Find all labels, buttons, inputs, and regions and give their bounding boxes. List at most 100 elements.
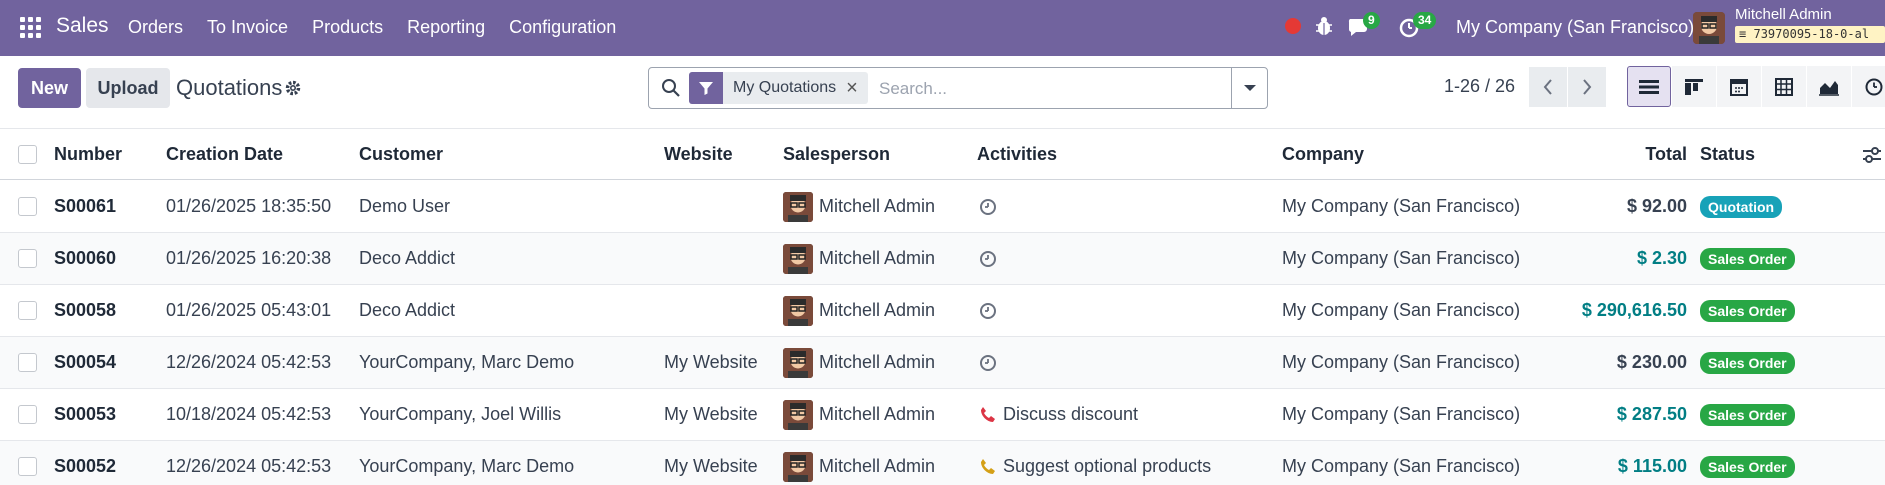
column-company[interactable]: Company — [1282, 130, 1364, 179]
activity[interactable]: Suggest optional products — [977, 441, 1211, 485]
clock-icon[interactable] — [977, 248, 999, 270]
close-icon[interactable]: × — [846, 77, 868, 100]
status-badge: Sales Order — [1700, 403, 1795, 426]
salesperson-avatar[interactable] — [783, 347, 813, 378]
phone-icon[interactable] — [977, 404, 999, 426]
search-input[interactable] — [879, 77, 1219, 101]
order-number[interactable]: S00054 — [54, 337, 116, 388]
activity-view-button[interactable] — [1852, 66, 1885, 107]
company-switcher[interactable]: My Company (San Francisco) — [1456, 17, 1694, 38]
menu-reporting[interactable]: Reporting — [407, 17, 485, 38]
order-number[interactable]: S00053 — [54, 389, 116, 440]
debug-bug-icon[interactable] — [1314, 15, 1334, 37]
upload-button[interactable]: Upload — [86, 68, 170, 108]
activity[interactable] — [977, 181, 1003, 232]
pager-previous-button[interactable] — [1529, 67, 1567, 107]
pager-value[interactable]: 1-26 / 26 — [1444, 76, 1515, 97]
order-number[interactable]: S00052 — [54, 441, 116, 485]
row-checkbox[interactable] — [18, 457, 37, 476]
salesperson-avatar[interactable] — [783, 451, 813, 482]
table-row[interactable]: S00052 12/26/2024 05:42:53 YourCompany, Ma… — [0, 441, 1885, 485]
list-view-button[interactable] — [1627, 66, 1671, 107]
activity[interactable] — [977, 337, 1003, 388]
order-number[interactable]: S00061 — [54, 181, 116, 232]
phone-icon[interactable] — [977, 456, 999, 478]
search-options-toggle[interactable] — [1231, 68, 1267, 108]
user-avatar[interactable] — [1693, 12, 1725, 44]
table-row[interactable]: S00058 01/26/2025 05:43:01 Deco Addict Mitc… — [0, 285, 1885, 337]
salesperson-name: Mitchell Admin — [819, 248, 936, 268]
calendar-view-button[interactable] — [1717, 66, 1761, 107]
table-row[interactable]: S00053 10/18/2024 05:42:53 YourCompany, Jo… — [0, 389, 1885, 441]
creation-date: 12/26/2024 05:42:53 — [166, 456, 332, 476]
apps-grid-icon[interactable] — [20, 17, 41, 38]
activity[interactable]: Discuss discount — [977, 389, 1138, 440]
row-checkbox[interactable] — [18, 301, 37, 320]
column-customer[interactable]: Customer — [359, 130, 443, 179]
clock-icon[interactable] — [977, 352, 999, 374]
table-row[interactable]: S00054 12/26/2024 05:42:53 YourCompany, Ma… — [0, 337, 1885, 389]
column-number[interactable]: Number — [54, 130, 122, 179]
menu-configuration[interactable]: Configuration — [509, 17, 616, 38]
table-row[interactable]: S00060 01/26/2025 16:20:38 Deco Addict Mitc… — [0, 233, 1885, 285]
column-salesperson[interactable]: Salesperson — [783, 130, 890, 179]
clock-icon[interactable] — [977, 300, 999, 322]
column-total[interactable]: Total — [1530, 130, 1687, 179]
main-menu: Orders To Invoice Products Reporting Con… — [128, 17, 640, 38]
company-name: My Company (San Francisco) — [1282, 352, 1521, 372]
column-creation-date[interactable]: Creation Date — [166, 130, 283, 179]
optional-columns-toggle[interactable] — [1862, 130, 1882, 179]
page-title: Quotations — [176, 75, 283, 100]
salesperson-name: Mitchell Admin — [819, 196, 936, 216]
graph-view-button[interactable] — [1807, 66, 1851, 107]
status-badge: Quotation — [1700, 195, 1783, 218]
activity[interactable] — [977, 233, 1003, 284]
database-label: 73970095-18-0-al — [1753, 27, 1870, 41]
row-checkbox[interactable] — [18, 197, 37, 216]
gear-icon[interactable] — [284, 79, 302, 97]
table-row[interactable]: S00061 01/26/2025 18:35:50 Demo User Mitche… — [0, 181, 1885, 233]
menu-to-invoice[interactable]: To Invoice — [207, 17, 288, 38]
record-indicator-icon[interactable] — [1285, 18, 1301, 34]
column-activities[interactable]: Activities — [977, 130, 1057, 179]
row-checkbox[interactable] — [18, 353, 37, 372]
kanban-icon — [1685, 78, 1703, 95]
salesperson-avatar[interactable] — [783, 243, 813, 274]
activities-count-badge: 34 — [1413, 12, 1437, 29]
row-checkbox[interactable] — [18, 249, 37, 268]
search-icon[interactable] — [661, 78, 681, 98]
salesperson-avatar[interactable] — [783, 295, 813, 326]
app-name[interactable]: Sales — [56, 14, 109, 38]
salesperson-avatar[interactable] — [783, 399, 813, 430]
menu-products[interactable]: Products — [312, 17, 383, 38]
order-total: $ 2.30 — [1636, 248, 1687, 268]
menu-orders[interactable]: Orders — [128, 17, 183, 38]
activity[interactable] — [977, 285, 1003, 336]
search-bar[interactable]: My Quotations × — [648, 67, 1268, 109]
new-button[interactable]: New — [18, 68, 81, 108]
control-panel-divider — [0, 128, 1885, 129]
list-icon — [1639, 79, 1659, 94]
creation-date: 01/26/2025 05:43:01 — [166, 300, 332, 320]
user-name[interactable]: Mitchell Admin — [1735, 6, 1832, 23]
calendar-icon — [1730, 78, 1748, 96]
order-total: $ 92.00 — [1626, 196, 1687, 216]
chevron-left-icon — [1543, 79, 1552, 95]
column-status[interactable]: Status — [1700, 130, 1755, 179]
status-cell: Sales Order — [1700, 337, 1795, 388]
order-number[interactable]: S00060 — [54, 233, 116, 284]
kanban-view-button[interactable] — [1672, 66, 1716, 107]
row-checkbox[interactable] — [18, 405, 37, 424]
pivot-view-button[interactable] — [1762, 66, 1806, 107]
order-total: $ 287.50 — [1616, 404, 1687, 424]
search-facet[interactable]: My Quotations × — [689, 72, 868, 104]
clock-icon[interactable] — [977, 196, 999, 218]
order-number[interactable]: S00058 — [54, 285, 116, 336]
creation-date: 10/18/2024 05:42:53 — [166, 404, 332, 424]
salesperson-avatar[interactable] — [783, 191, 813, 222]
column-website[interactable]: Website — [664, 130, 733, 179]
status-cell: Quotation — [1700, 181, 1783, 232]
select-all-checkbox[interactable] — [18, 145, 37, 164]
pager-next-button[interactable] — [1568, 67, 1606, 107]
salesperson-name: Mitchell Admin — [819, 352, 936, 372]
